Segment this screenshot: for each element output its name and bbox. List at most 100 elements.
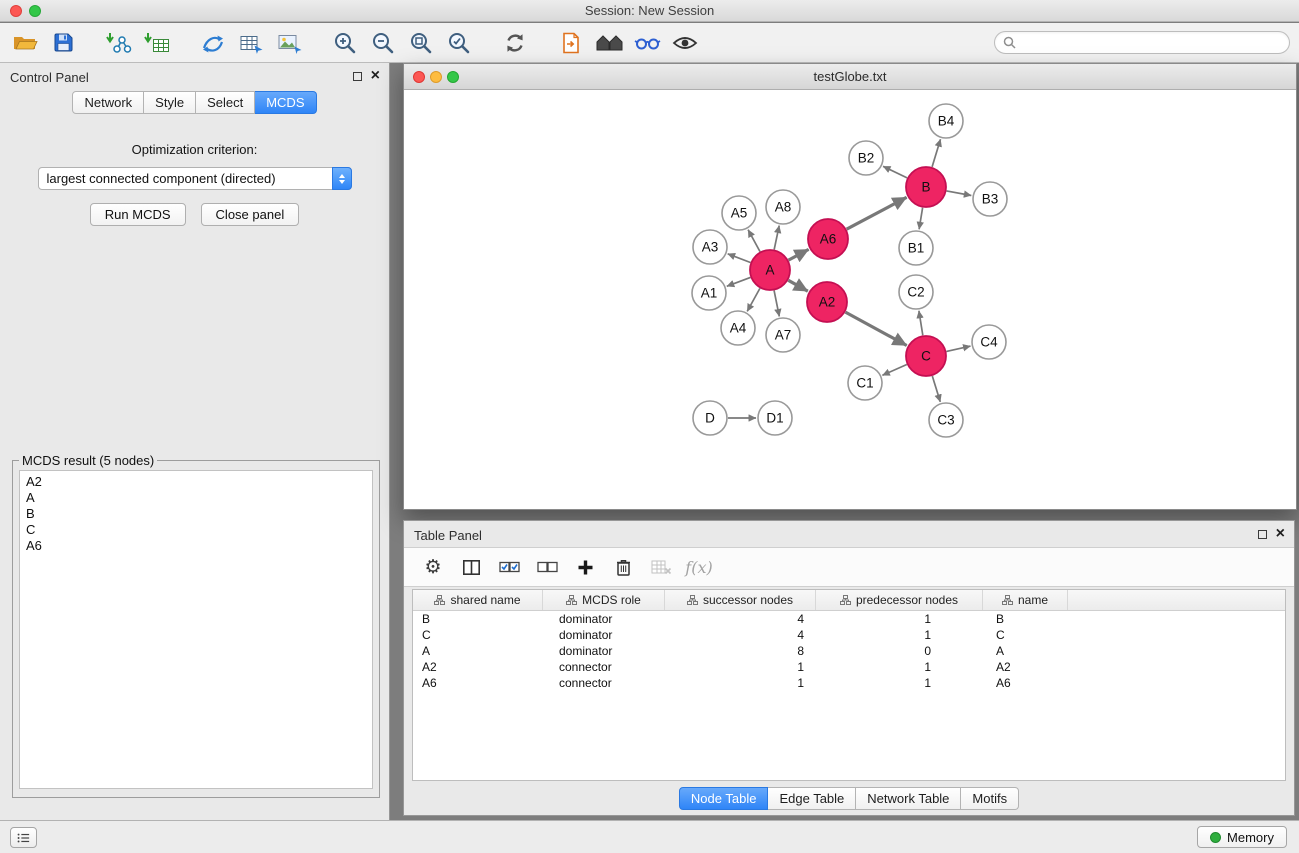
import-table-button[interactable]: [138, 26, 176, 60]
tab-network-table[interactable]: Network Table: [856, 787, 961, 810]
mcds-result-list[interactable]: A2ABCA6: [19, 470, 373, 789]
table-row[interactable]: Adominator80A: [413, 643, 1285, 659]
mcds-result-item[interactable]: C: [20, 522, 372, 538]
close-panel-button[interactable]: Close panel: [201, 203, 300, 226]
column-header-shared-name[interactable]: shared name: [413, 590, 543, 610]
zoom-out-button[interactable]: [364, 26, 402, 60]
save-session-button[interactable]: [44, 26, 82, 60]
mcds-result-item[interactable]: A6: [20, 538, 372, 554]
column-header-MCDS-role[interactable]: MCDS role: [543, 590, 665, 610]
node-B1[interactable]: B1: [899, 231, 933, 265]
hide-selected-button[interactable]: [590, 26, 628, 60]
open-session-button[interactable]: [6, 26, 44, 60]
show-hide-button[interactable]: [666, 26, 704, 60]
node-A8[interactable]: A8: [766, 190, 800, 224]
table-settings-button[interactable]: ⚙: [414, 551, 452, 583]
zoom-in-button[interactable]: [326, 26, 364, 60]
run-mcds-button[interactable]: Run MCDS: [90, 203, 186, 226]
node-D1[interactable]: D1: [758, 401, 792, 435]
edge-B-B3[interactable]: [947, 191, 972, 196]
table-row[interactable]: Cdominator41C: [413, 627, 1285, 643]
edge-A-A1[interactable]: [727, 277, 751, 286]
node-B4[interactable]: B4: [929, 104, 963, 138]
close-window-button[interactable]: [10, 5, 22, 17]
tab-select[interactable]: Select: [196, 91, 255, 114]
table-row[interactable]: A2connector11A2: [413, 659, 1285, 675]
edge-A-A3[interactable]: [728, 254, 751, 263]
node-A5[interactable]: A5: [722, 196, 756, 230]
search-input[interactable]: [1021, 34, 1281, 51]
edge-C-C4[interactable]: [947, 346, 971, 351]
graphics-details-button[interactable]: [628, 26, 666, 60]
edge-A-A6[interactable]: [789, 249, 809, 260]
node-C4[interactable]: C4: [972, 325, 1006, 359]
edge-B-B4[interactable]: [932, 139, 940, 167]
import-network-button[interactable]: [100, 26, 138, 60]
node-A2[interactable]: A2: [807, 282, 847, 322]
node-A[interactable]: A: [750, 250, 790, 290]
network-window-titlebar[interactable]: testGlobe.txt: [404, 64, 1296, 90]
function-builder-button[interactable]: f(x): [680, 551, 718, 583]
edge-A6-B[interactable]: [847, 197, 907, 229]
node-A4[interactable]: A4: [721, 311, 755, 345]
float-panel-icon[interactable]: [353, 72, 362, 81]
column-header-name[interactable]: name: [983, 590, 1068, 610]
network-graph[interactable]: A A6 A2 B C A5 A8 A3 A1A4 A7 B1 B2 B3 B4 C1 C2 C3 C4 D D1: [404, 90, 1296, 509]
node-B3[interactable]: B3: [973, 182, 1007, 216]
node-B[interactable]: B: [906, 167, 946, 207]
node-B2[interactable]: B2: [849, 141, 883, 175]
edge-A-A7[interactable]: [774, 291, 779, 317]
tab-network[interactable]: Network: [72, 91, 144, 114]
node-A6[interactable]: A6: [808, 219, 848, 259]
edge-B-B2[interactable]: [883, 166, 907, 178]
node-table[interactable]: shared nameMCDS rolesuccessor nodesprede…: [412, 589, 1286, 781]
column-header-predecessor-nodes[interactable]: predecessor nodes: [816, 590, 983, 610]
export-image-button[interactable]: [270, 26, 308, 60]
deselect-all-button[interactable]: [528, 551, 566, 583]
edge-A-A2[interactable]: [788, 280, 808, 291]
edge-A2-C[interactable]: [845, 312, 906, 345]
edge-A-A8[interactable]: [774, 226, 779, 250]
new-network-button[interactable]: [194, 26, 232, 60]
first-neighbors-button[interactable]: [552, 26, 590, 60]
column-header-successor-nodes[interactable]: successor nodes: [665, 590, 816, 610]
network-minimize-button[interactable]: [430, 71, 442, 83]
tab-edge-table[interactable]: Edge Table: [768, 787, 856, 810]
network-zoom-button[interactable]: [447, 71, 459, 83]
tab-style[interactable]: Style: [144, 91, 196, 114]
edge-C-C2[interactable]: [919, 311, 923, 336]
table-row[interactable]: A6connector11A6: [413, 675, 1285, 691]
tab-motifs[interactable]: Motifs: [961, 787, 1019, 810]
show-columns-button[interactable]: [452, 551, 490, 583]
zoom-selected-button[interactable]: [440, 26, 478, 60]
node-C1[interactable]: C1: [848, 366, 882, 400]
node-C3[interactable]: C3: [929, 403, 963, 437]
edge-A-A5[interactable]: [748, 230, 760, 252]
node-C[interactable]: C: [906, 336, 946, 376]
node-A3[interactable]: A3: [693, 230, 727, 264]
panel-menu-button[interactable]: [10, 827, 37, 848]
tab-node-table[interactable]: Node Table: [679, 787, 769, 810]
add-column-button[interactable]: [566, 551, 604, 583]
search-field[interactable]: [994, 31, 1290, 54]
edge-A-A4[interactable]: [747, 288, 760, 311]
node-A1[interactable]: A1: [692, 276, 726, 310]
delete-column-button[interactable]: [604, 551, 642, 583]
mcds-result-item[interactable]: A2: [20, 474, 372, 490]
edge-B-B1[interactable]: [919, 208, 923, 230]
table-row[interactable]: Bdominator41B: [413, 611, 1285, 627]
criterion-select[interactable]: largest connected component (directed): [38, 167, 352, 190]
float-table-panel-icon[interactable]: [1258, 530, 1267, 539]
memory-button[interactable]: Memory: [1197, 826, 1287, 848]
close-panel-icon[interactable]: ×: [371, 71, 380, 81]
network-close-button[interactable]: [413, 71, 425, 83]
node-C2[interactable]: C2: [899, 275, 933, 309]
node-D[interactable]: D: [693, 401, 727, 435]
close-table-panel-icon[interactable]: ×: [1276, 529, 1285, 539]
tab-mcds[interactable]: MCDS: [255, 91, 316, 114]
mcds-result-item[interactable]: B: [20, 506, 372, 522]
zoom-fit-button[interactable]: [402, 26, 440, 60]
zoom-window-button[interactable]: [29, 5, 41, 17]
node-A7[interactable]: A7: [766, 318, 800, 352]
refresh-button[interactable]: [496, 26, 534, 60]
